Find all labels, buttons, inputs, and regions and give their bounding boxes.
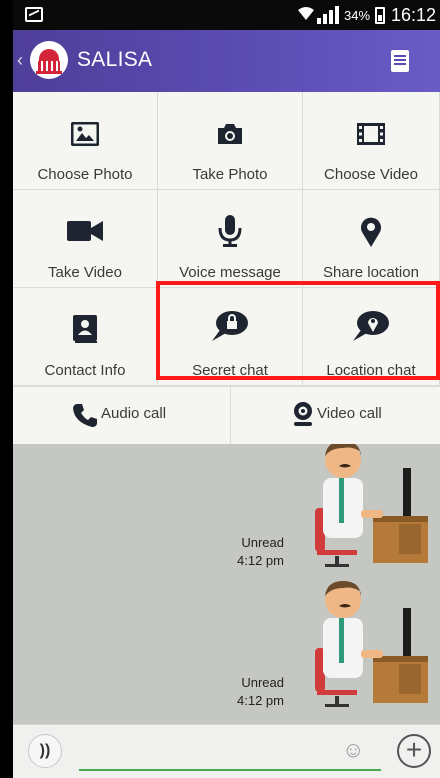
image-icon — [71, 122, 99, 146]
battery-percent: 34% — [344, 8, 371, 23]
list-item[interactable]: Unread 4:12 pm — [13, 444, 440, 584]
microphone-icon — [218, 215, 242, 247]
video-call-button[interactable]: Video call — [231, 387, 440, 445]
webcam-icon — [294, 402, 312, 426]
take-photo-button[interactable]: Take Photo — [158, 92, 303, 190]
share-location-button[interactable]: Share location — [303, 190, 440, 288]
call-options: Audio call Video call — [13, 386, 440, 445]
choose-video-button[interactable]: Choose Video — [303, 92, 440, 190]
message-status: Unread 4:12 pm — [237, 675, 284, 708]
plus-icon[interactable]: + — [397, 734, 431, 768]
menu-icon[interactable] — [391, 50, 409, 72]
status-bar: 34% 16:12 — [13, 0, 440, 30]
audio-call-button[interactable]: Audio call — [13, 387, 230, 445]
input-bar: )) ☺ + — [13, 724, 440, 778]
app-screen: 34% 16:12 ‹ SALISA Choose Photo Take Pho… — [13, 0, 440, 778]
waiting-person-illustration — [315, 444, 428, 567]
map-pin-icon — [361, 217, 381, 247]
video-camera-icon — [67, 221, 103, 241]
gallery-notification-icon — [25, 7, 43, 22]
signal-icon — [317, 6, 339, 24]
voice-message-button[interactable]: Voice message — [158, 190, 303, 288]
contact-name[interactable]: SALISA — [77, 48, 152, 72]
waiting-person-illustration — [315, 580, 428, 707]
highlight-box — [156, 281, 440, 380]
emoji-icon[interactable]: ☺ — [342, 737, 364, 763]
wifi-icon — [297, 5, 315, 25]
list-item[interactable]: Unread 4:12 pm — [13, 580, 440, 724]
chat-header: ‹ SALISA — [13, 30, 440, 92]
clock: 16:12 — [391, 5, 437, 25]
avatar[interactable] — [30, 41, 68, 79]
phone-icon — [73, 404, 97, 427]
take-video-button[interactable]: Take Video — [13, 190, 158, 288]
voice-record-icon[interactable]: )) — [28, 734, 62, 768]
film-icon — [357, 123, 385, 145]
contact-info-button[interactable]: Contact Info — [13, 288, 158, 386]
battery-icon — [375, 7, 385, 24]
message-status: Unread 4:12 pm — [237, 535, 284, 568]
message-input[interactable] — [79, 735, 381, 771]
back-chevron-icon[interactable]: ‹ — [17, 50, 23, 71]
camera-icon — [218, 124, 242, 144]
chat-area: Unread 4:12 pm Unread 4:12 pm — [13, 444, 440, 724]
choose-photo-button[interactable]: Choose Photo — [13, 92, 158, 190]
contact-book-icon — [73, 315, 97, 343]
